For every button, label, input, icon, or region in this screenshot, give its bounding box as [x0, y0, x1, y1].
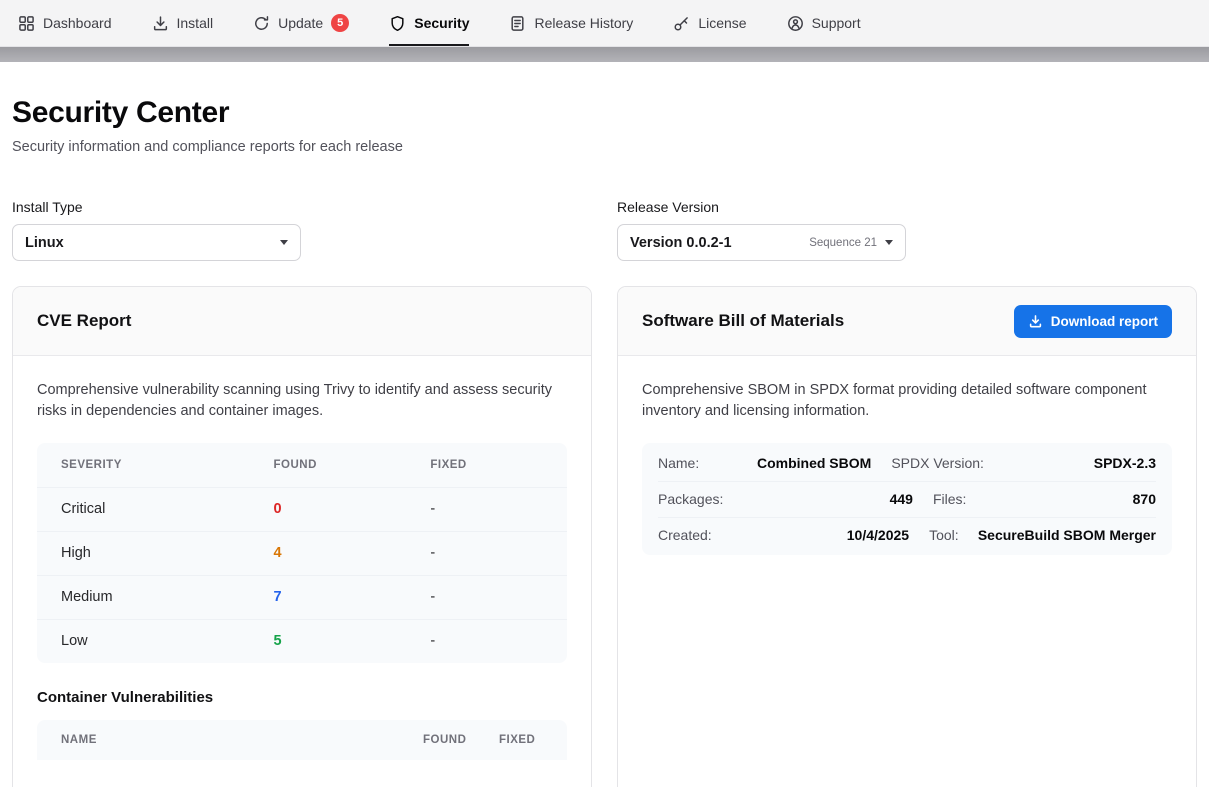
sbom-field-label: Packages: [658, 491, 723, 507]
nav-label-support: Support [812, 15, 861, 31]
found-count: 4 [274, 545, 431, 561]
nav-label-release-history: Release History [534, 15, 633, 31]
top-navigation: Dashboard Install Update 5 Security Rele… [0, 0, 1209, 47]
nav-label-license: License [698, 15, 746, 31]
support-person-icon [787, 15, 804, 32]
fixed-count: - [430, 633, 567, 649]
severity-label: Low [61, 633, 274, 649]
key-icon [673, 15, 690, 32]
sbom-card-body: Comprehensive SBOM in SPDX format provid… [618, 356, 1196, 579]
col-header-found: FOUND [423, 734, 499, 746]
severity-label: High [61, 545, 274, 561]
refresh-icon [253, 15, 270, 32]
fixed-count: - [430, 501, 567, 517]
container-table-header: NAME FOUND FIXED [37, 720, 567, 760]
severity-table: SEVERITY FOUND FIXED Critical 0 - High 4… [37, 443, 567, 663]
page-title: Security Center [12, 96, 1197, 130]
release-version-label: Release Version [617, 199, 1197, 215]
document-icon [509, 15, 526, 32]
sbom-field-label: Name: [658, 455, 699, 471]
severity-label: Medium [61, 589, 274, 605]
cve-card-header: CVE Report [13, 287, 591, 356]
cve-report-card: CVE Report Comprehensive vulnerability s… [12, 286, 592, 787]
nav-tab-support[interactable]: Support [787, 0, 861, 46]
table-row-medium: Medium 7 - [37, 575, 567, 619]
release-version-select[interactable]: Version 0.0.2-1 Sequence 21 [617, 224, 906, 261]
sbom-row: Created: 10/4/2025 Tool: SecureBuild SBO… [658, 517, 1156, 553]
report-cards: CVE Report Comprehensive vulnerability s… [12, 286, 1197, 787]
download-icon [1028, 314, 1043, 329]
nav-tab-update[interactable]: Update 5 [253, 0, 349, 46]
col-header-fixed: FIXED [499, 734, 555, 746]
fixed-count: - [430, 589, 567, 605]
window-divider-strip [0, 47, 1209, 62]
fixed-count: - [430, 545, 567, 561]
release-version-value: Version 0.0.2-1 [630, 235, 732, 251]
found-count: 5 [274, 633, 431, 649]
sbom-field-value: 870 [980, 491, 1156, 507]
security-center-page: Security Center Security information and… [0, 62, 1209, 787]
sbom-description: Comprehensive SBOM in SPDX format provid… [642, 380, 1172, 423]
release-sequence-hint: Sequence 21 [809, 237, 877, 249]
nav-label-install: Install [177, 15, 214, 31]
chevron-down-icon [885, 240, 893, 245]
col-header-severity: SEVERITY [61, 459, 274, 471]
container-vulnerabilities-title: Container Vulnerabilities [37, 689, 567, 706]
found-count: 7 [274, 589, 431, 605]
dashboard-grid-icon [18, 15, 35, 32]
cve-card-title: CVE Report [37, 311, 131, 331]
sbom-row: Name: Combined SBOM SPDX Version: SPDX-2… [658, 445, 1156, 481]
install-type-value: Linux [25, 235, 64, 251]
download-report-button[interactable]: Download report [1014, 305, 1172, 338]
sbom-field-label: Tool: [929, 527, 959, 543]
sbom-info-grid: Name: Combined SBOM SPDX Version: SPDX-2… [642, 443, 1172, 555]
sbom-field-label: Created: [658, 527, 712, 543]
sbom-field-label: Files: [933, 491, 966, 507]
nav-label-update: Update [278, 15, 323, 31]
table-row-critical: Critical 0 - [37, 487, 567, 531]
sbom-field-value: Combined SBOM [713, 455, 871, 471]
sbom-field-value: 449 [737, 491, 913, 507]
nav-label-dashboard: Dashboard [43, 15, 112, 31]
install-type-select[interactable]: Linux [12, 224, 301, 261]
nav-tab-license[interactable]: License [673, 0, 746, 46]
col-header-fixed: FIXED [430, 459, 567, 471]
sbom-field-value: SecureBuild SBOM Merger [973, 527, 1156, 543]
nav-tab-dashboard[interactable]: Dashboard [18, 0, 112, 46]
col-header-name: NAME [61, 734, 423, 746]
nav-tab-security[interactable]: Security [389, 0, 469, 46]
nav-tab-install[interactable]: Install [152, 0, 214, 46]
col-header-found: FOUND [274, 459, 431, 471]
cve-description: Comprehensive vulnerability scanning usi… [37, 380, 567, 423]
sbom-card-title: Software Bill of Materials [642, 311, 844, 331]
sbom-row: Packages: 449 Files: 870 [658, 481, 1156, 517]
chevron-down-icon [280, 240, 288, 245]
severity-label: Critical [61, 501, 274, 517]
install-type-label: Install Type [12, 199, 592, 215]
download-icon [152, 15, 169, 32]
release-version-field: Release Version Version 0.0.2-1 Sequence… [617, 199, 1197, 261]
found-count: 0 [274, 501, 431, 517]
sbom-field-value: SPDX-2.3 [998, 455, 1156, 471]
table-row-low: Low 5 - [37, 619, 567, 663]
filters-row: Install Type Linux Release Version Versi… [12, 199, 1197, 261]
download-report-label: Download report [1051, 314, 1158, 329]
sbom-card: Software Bill of Materials Download repo… [617, 286, 1197, 787]
sbom-field-value: 10/4/2025 [726, 527, 909, 543]
sbom-card-header: Software Bill of Materials Download repo… [618, 287, 1196, 356]
table-row-high: High 4 - [37, 531, 567, 575]
nav-tab-release-history[interactable]: Release History [509, 0, 633, 46]
install-type-field: Install Type Linux [12, 199, 592, 261]
cve-card-body: Comprehensive vulnerability scanning usi… [13, 356, 591, 784]
update-count-badge: 5 [331, 14, 349, 32]
shield-icon [389, 15, 406, 32]
sbom-field-label: SPDX Version: [891, 455, 984, 471]
nav-label-security: Security [414, 15, 469, 31]
page-subtitle: Security information and compliance repo… [12, 139, 1197, 155]
severity-table-header: SEVERITY FOUND FIXED [37, 443, 567, 487]
